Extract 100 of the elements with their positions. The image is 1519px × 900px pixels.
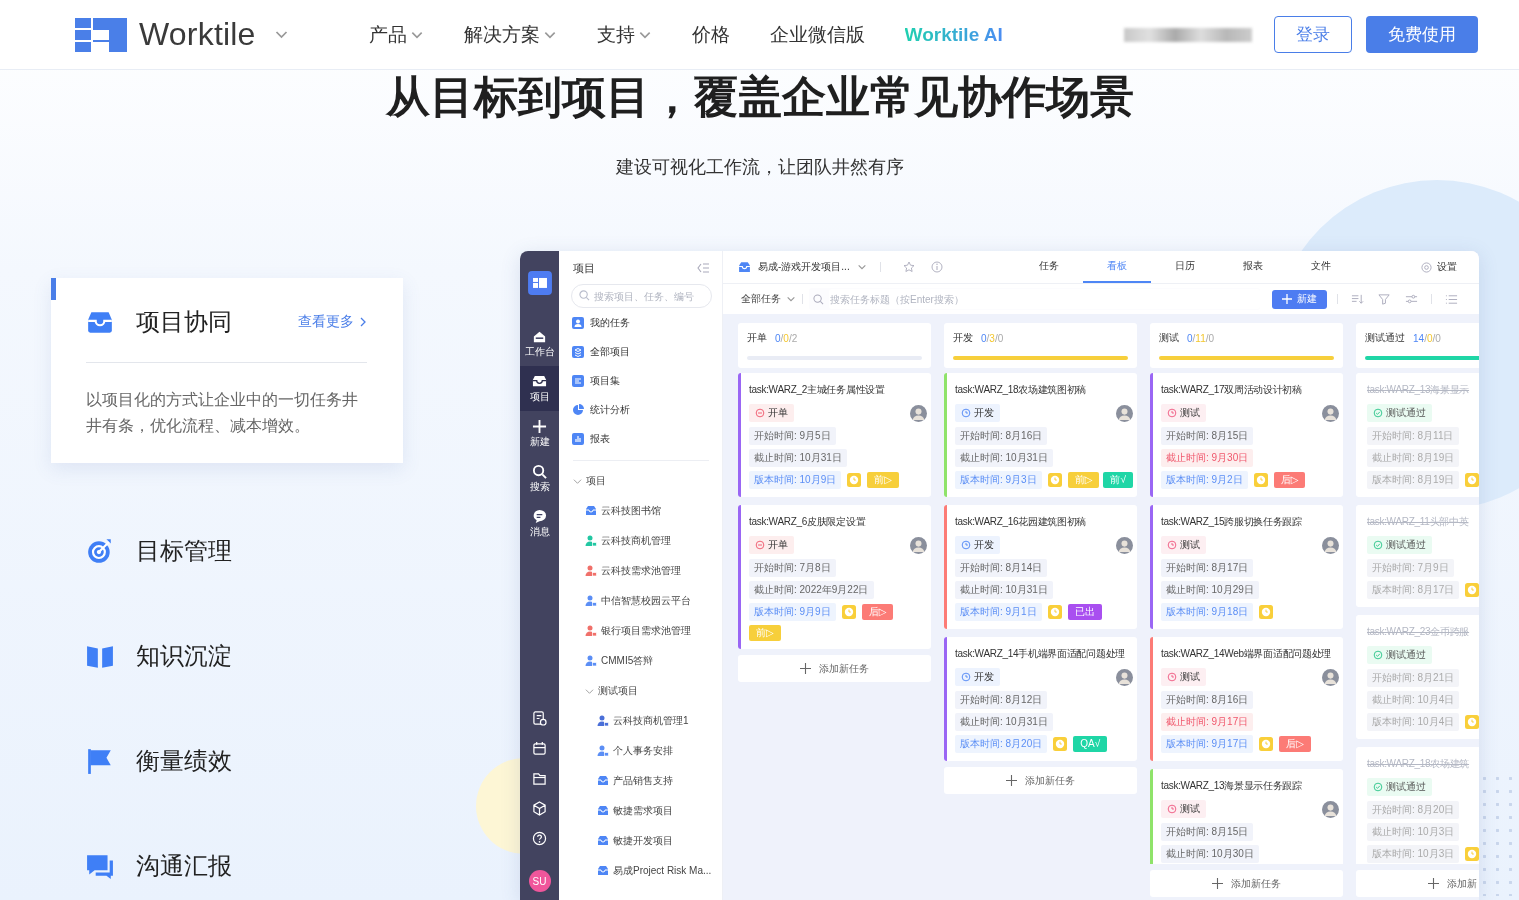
rail-item[interactable]: 新建 bbox=[520, 410, 559, 456]
nav-link[interactable]: 支持 bbox=[596, 21, 652, 48]
tab[interactable]: 日历 bbox=[1151, 251, 1219, 283]
nav-link[interactable]: 价格 bbox=[691, 21, 730, 48]
rail-item[interactable]: 项目 bbox=[520, 365, 559, 411]
rail-label: 搜索 bbox=[529, 480, 550, 492]
column-title: 开单 bbox=[747, 331, 767, 345]
nav-item[interactable]: 我的任务 bbox=[559, 308, 722, 337]
task-card[interactable]: task:WARZ_14手机端界面适配问题处理 开发 开始时间: 8月12日 截止时间: 10月31日 版本时间: 8月20日 QA√ bbox=[944, 637, 1137, 761]
tree-label: 中信智慧校园云平台 bbox=[601, 594, 691, 608]
sliders-icon[interactable] bbox=[1405, 292, 1418, 306]
task-card[interactable]: task:WARZ_14Web端界面适配问题处理 测试 开始时间: 8月16日 截止时间: 9月17日 版本时间: 9月17日 后▷ bbox=[1150, 637, 1343, 761]
project-item[interactable]: 云科技商机管理 bbox=[559, 526, 722, 556]
logo-icon[interactable] bbox=[75, 17, 127, 52]
plus-icon bbox=[1282, 294, 1292, 304]
brand-name[interactable]: Worktile bbox=[139, 16, 256, 53]
task-card[interactable]: task:WARZ_18农场建筑图初稿 开发 开始时间: 8月16日 截止时间: 10月31日 版本时间: 9月3日 前▷ 前√ bbox=[944, 373, 1137, 497]
more-link[interactable]: 查看更多 bbox=[298, 313, 367, 331]
task-card[interactable]: task:WARZ_6皮肤限定设置 开单 开始时间: 7月8日 截止时间: 2022年9月22日 版本时间: 9月9日 后▷ 前▷ bbox=[738, 505, 931, 649]
rail-item[interactable]: 工作台 bbox=[520, 320, 559, 366]
task-card[interactable]: task:WARZ_17双周活动设计初稿 测试 开始时间: 8月15日 截止时间: 9月30日 版本时间: 9月2日 后▷ bbox=[1150, 373, 1343, 497]
feature-item[interactable]: 沟通汇报 bbox=[51, 813, 403, 900]
due-date: 截止时间: 10月30日 bbox=[1161, 845, 1259, 863]
start-date: 开始时间: 8月14日 bbox=[955, 559, 1048, 577]
feature-item[interactable]: 目标管理 bbox=[51, 498, 403, 603]
star-icon[interactable] bbox=[902, 261, 915, 273]
calendar-icon[interactable] bbox=[532, 741, 547, 757]
task-card[interactable]: task:WARZ_11头部中英 测试通过 开始时间: 7月9日 版本时间: 8月17日 bbox=[1356, 505, 1479, 607]
add-task-button[interactable]: 添加新任务 bbox=[1150, 870, 1343, 897]
task-title: task:WARZ_6皮肤限定设置 bbox=[749, 515, 867, 529]
nav-item[interactable]: 全部项目 bbox=[559, 337, 722, 366]
add-task-button[interactable]: 添加新任务 bbox=[738, 655, 931, 682]
task-card[interactable]: task:WARZ_15跨服切换任务跟踪 测试 开始时间: 8月17日 截止时间: 10月29日 版本时间: 9月18日 bbox=[1150, 505, 1343, 629]
project-item[interactable]: 产品销售支持 bbox=[559, 766, 722, 796]
feature-description: 以项目化的方式让企业中的一切任务井井有条，优化流程、减本增效。 bbox=[86, 390, 359, 436]
tree-group[interactable]: 测试项目 bbox=[559, 676, 722, 706]
settings-button[interactable]: 设置 bbox=[1421, 260, 1457, 274]
feature-title: 衡量绩效 bbox=[136, 745, 232, 776]
collapse-icon[interactable] bbox=[697, 263, 709, 273]
nav-link[interactable]: 产品 bbox=[368, 21, 424, 48]
task-card[interactable]: task:WARZ_13海景显示 测试通过 开始时间: 8月11日 截止时间: 8月19日 版本时间: 8月19日 bbox=[1356, 373, 1479, 497]
task-card[interactable]: task:WARZ_16花园建筑图初稿 开发 开始时间: 8月14日 截止时间: 10月31日 版本时间: 9月1日 已出 bbox=[944, 505, 1137, 629]
nav-link[interactable]: 企业微信版 bbox=[769, 21, 865, 48]
login-button[interactable]: 登录 bbox=[1274, 16, 1352, 53]
status-label: 测试 bbox=[1180, 406, 1200, 420]
status-label: 开发 bbox=[974, 670, 994, 684]
signup-button[interactable]: 免费使用 bbox=[1366, 16, 1478, 53]
task-card[interactable]: task:WARZ_18农场建筑 测试通过 开始时间: 8月20日 截止时间: 10月3日 版本时间: 10月3日 bbox=[1356, 747, 1479, 864]
project-item[interactable]: 中信智慧校园云平台 bbox=[559, 586, 722, 616]
add-task-button[interactable]: 添加新任务 bbox=[944, 767, 1137, 794]
nav-item[interactable]: 报表 bbox=[559, 424, 722, 453]
cube-icon[interactable] bbox=[532, 801, 547, 817]
document-icon[interactable] bbox=[532, 711, 547, 727]
filter-dropdown[interactable]: 全部任务 bbox=[741, 292, 796, 306]
project-item[interactable]: 易成Project Risk Ma... bbox=[559, 856, 722, 886]
sort-icon[interactable] bbox=[1351, 292, 1364, 306]
rail-item[interactable]: 消息 bbox=[520, 500, 559, 546]
task-card[interactable]: task:WARZ_23金币跨服 测试通过 开始时间: 8月21日 截止时间: 10月4日 版本时间: 10月4日 bbox=[1356, 615, 1479, 739]
version-date: 版本时间: 10月4日 bbox=[1367, 713, 1460, 731]
project-item[interactable]: 云科技图书馆 bbox=[559, 496, 722, 526]
task-card[interactable]: task:WARZ_2主城任务属性设置 开单 开始时间: 9月5日 截止时间: 10月31日 版本时间: 10月9日 前▷ bbox=[738, 373, 931, 497]
nav-item[interactable]: 统计分析 bbox=[559, 395, 722, 424]
project-item[interactable]: 敏捷需求项目 bbox=[559, 796, 722, 826]
rail-item[interactable]: 搜索 bbox=[520, 455, 559, 501]
new-button[interactable]: 新建 bbox=[1272, 289, 1327, 309]
help-icon[interactable] bbox=[532, 831, 547, 847]
tab[interactable]: 文件 bbox=[1287, 251, 1355, 283]
feature-title: 沟通汇报 bbox=[136, 850, 232, 881]
task-count: 14/0/0 bbox=[1413, 332, 1441, 344]
list-icon[interactable] bbox=[1445, 292, 1458, 306]
hero-title: 从目标到项目，覆盖企业常见协作场景 bbox=[384, 72, 1135, 122]
filter-icon[interactable] bbox=[1378, 292, 1391, 306]
start-date: 开始时间: 7月8日 bbox=[749, 559, 836, 577]
feature-item[interactable]: 知识沉淀 bbox=[51, 603, 403, 708]
app-logo-icon[interactable] bbox=[527, 271, 552, 295]
project-item[interactable]: 个人事务安排 bbox=[559, 736, 722, 766]
rail-label: 新建 bbox=[529, 435, 550, 447]
nav-link[interactable]: 解决方案 bbox=[463, 21, 557, 48]
plus-icon bbox=[1212, 878, 1223, 889]
due-date: 截止时间: 10月3日 bbox=[1367, 823, 1460, 841]
feature-card[interactable]: 项目协同 查看更多 以项目化的方式让企业中的一切任务井井有条，优化流程、减本增效。 bbox=[51, 278, 403, 463]
project-item[interactable]: CMMI5答辩 bbox=[559, 646, 722, 676]
search-field[interactable]: 搜索项目、任务、编号 bbox=[571, 284, 712, 308]
project-title[interactable]: 易成-游戏开发项目... bbox=[758, 260, 850, 274]
project-item[interactable]: 云科技需求池管理 bbox=[559, 556, 722, 586]
nav-item[interactable]: 项目集 bbox=[559, 366, 722, 395]
tab[interactable]: 报表 bbox=[1219, 251, 1287, 283]
task-title: task:WARZ_13海景显示 bbox=[1367, 383, 1471, 397]
task-card[interactable]: task:WARZ_13海景显示任务跟踪 测试 开始时间: 8月15日 截止时间: 10月30日 bbox=[1150, 769, 1343, 864]
add-task-button[interactable]: 添加新 bbox=[1356, 870, 1479, 897]
tab[interactable]: 任务 bbox=[1015, 251, 1083, 283]
rail-label: 项目 bbox=[529, 391, 550, 403]
check-circle-icon bbox=[1373, 650, 1383, 660]
project-item[interactable]: 云科技商机管理1 bbox=[559, 706, 722, 736]
version-date: 版本时间: 10月9日 bbox=[749, 471, 842, 489]
folder-icon[interactable] bbox=[532, 771, 547, 787]
tree-group[interactable]: 项目 bbox=[559, 466, 722, 496]
project-item[interactable]: 银行项目需求池管理 bbox=[559, 616, 722, 646]
feature-item[interactable]: 衡量绩效 bbox=[51, 708, 403, 813]
project-item[interactable]: 敏捷开发项目 bbox=[559, 826, 722, 856]
